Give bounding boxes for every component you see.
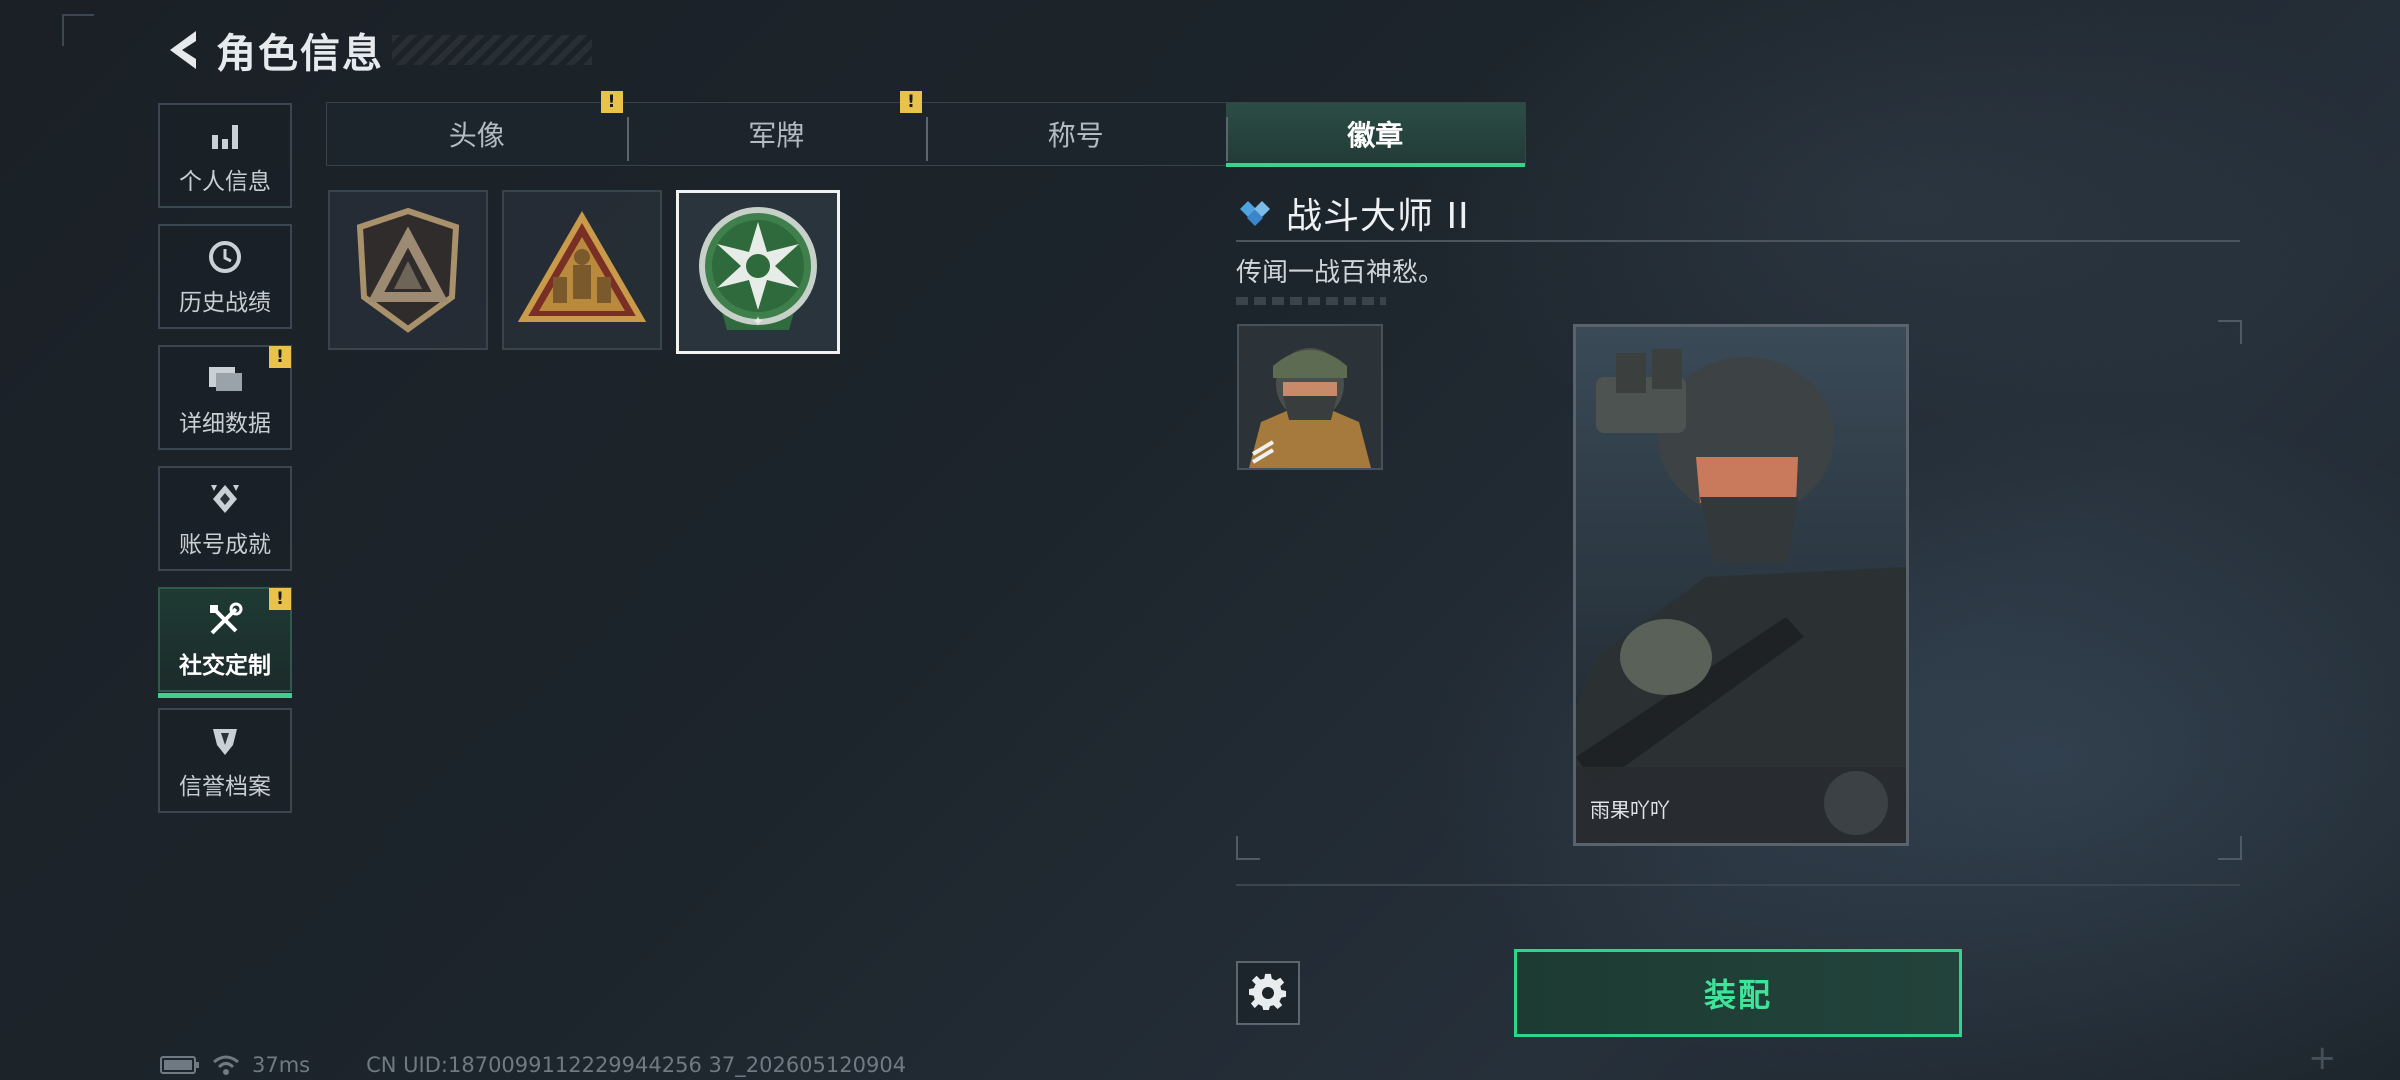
history-icon — [205, 237, 245, 277]
nav-item-label: 详细数据 — [179, 410, 271, 437]
equip-button[interactable]: 装配 — [1514, 949, 1962, 1037]
soldier-portrait-icon — [1239, 326, 1381, 468]
tab-title[interactable]: 称号 — [926, 103, 1226, 165]
badge-item[interactable] — [502, 190, 662, 350]
frame-corner — [1236, 836, 1260, 860]
status-bar: 37ms CN UID:1870099112229944256 37_20260… — [160, 1052, 906, 1078]
back-button[interactable] — [160, 25, 204, 75]
badge-item[interactable] — [328, 190, 488, 350]
badge-detail-panel: 战斗大师 II 传闻一战百神愁。 — [1236, 190, 2240, 305]
alert-badge: ! — [600, 91, 623, 113]
credit-icon — [205, 721, 245, 761]
side-nav: 个人信息 历史战绩 ! 详细数据 账号成就 ! 社交定制 信誉档案 — [158, 103, 296, 829]
ping-text: 37ms — [252, 1053, 311, 1077]
nav-item-detailed-data[interactable]: ! 详细数据 — [158, 345, 292, 450]
nav-item-label: 社交定制 — [179, 652, 271, 679]
divider — [1236, 884, 2240, 886]
alert-badge: ! — [269, 588, 291, 610]
green-star-badge-icon: ✦ — [699, 207, 817, 330]
nav-item-label: 历史战绩 — [179, 289, 271, 316]
tab-label: 称号 — [1047, 119, 1104, 152]
badge-grid: ✦ — [328, 190, 840, 354]
title-decoration — [392, 35, 592, 65]
nav-item-social-custom[interactable]: ! 社交定制 — [158, 587, 292, 698]
battery-icon — [160, 1056, 199, 1074]
back-arrow-icon — [170, 31, 196, 69]
page-title: 角色信息 — [216, 31, 384, 77]
header: 角色信息 — [160, 20, 592, 80]
nav-item-credit-record[interactable]: 信誉档案 — [158, 708, 292, 813]
tab-label: 徽章 — [1347, 119, 1404, 152]
diamond-icon — [1240, 201, 1270, 226]
shield-triangle-badge-icon — [356, 207, 460, 333]
soldiers-triangle-badge-icon — [517, 211, 647, 322]
nav-item-label: 账号成就 — [179, 531, 271, 558]
description-decoration — [1236, 297, 1386, 305]
corner-decoration — [62, 14, 94, 46]
alert-badge: ! — [900, 91, 922, 113]
plus-decoration: + — [2308, 1038, 2337, 1078]
badge-item-selected[interactable]: ✦ — [676, 190, 840, 354]
tab-bar: 头像 ! 军牌 ! 称号 徽章 — [326, 91, 1526, 167]
tab-avatar[interactable]: 头像 ! — [327, 91, 627, 165]
nav-item-achievements[interactable]: 账号成就 — [158, 466, 292, 571]
badge-description: 传闻一战百神愁。 — [1236, 258, 1445, 288]
card-player-name: 雨果吖吖 — [1590, 798, 1670, 822]
tab-dog-tag[interactable]: 军牌 ! — [626, 91, 927, 165]
achievement-icon — [205, 479, 245, 519]
avatar-thumbnail[interactable] — [1237, 324, 1383, 470]
folders-icon — [205, 358, 245, 398]
alert-badge: ! — [269, 346, 291, 368]
nav-item-personal-info[interactable]: 个人信息 — [158, 103, 292, 208]
tab-badge[interactable]: 徽章 — [1225, 103, 1525, 167]
gear-icon — [1249, 973, 1287, 1010]
badge-title: 战斗大师 II — [1286, 196, 1470, 237]
frame-corner — [2218, 320, 2242, 344]
soldier-card[interactable]: 雨果吖吖 — [1573, 324, 1909, 846]
frame-corner — [2218, 836, 2242, 860]
tab-label: 头像 — [448, 119, 505, 152]
nav-item-label: 信誉档案 — [179, 773, 271, 800]
settings-button[interactable] — [1236, 961, 1300, 1025]
wifi-icon — [213, 1055, 239, 1075]
soldier-illustration-icon — [1576, 327, 1906, 843]
svg-text:✦: ✦ — [752, 314, 764, 330]
nav-item-history[interactable]: 历史战绩 — [158, 224, 292, 329]
tools-icon — [205, 600, 245, 640]
nav-item-label: 个人信息 — [179, 168, 271, 195]
tab-label: 军牌 — [748, 119, 805, 152]
uid-text: CN UID:1870099112229944256 37_2026051209… — [366, 1053, 907, 1077]
bar-chart-icon — [205, 116, 245, 156]
divider — [1236, 240, 2240, 242]
